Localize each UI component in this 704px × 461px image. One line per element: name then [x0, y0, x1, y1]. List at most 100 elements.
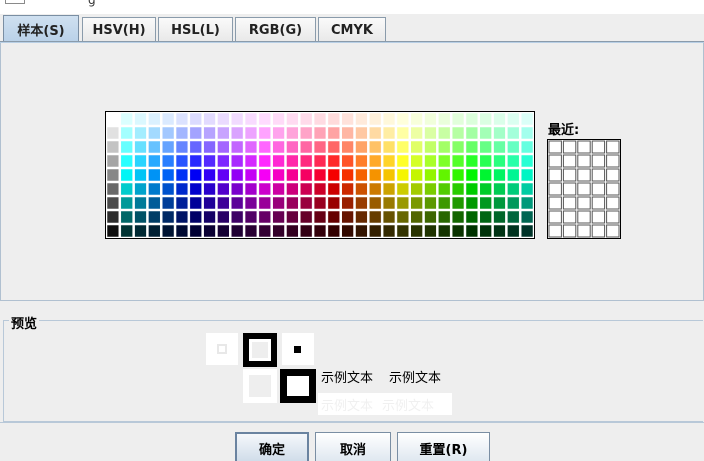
swatch-cell[interactable]	[369, 154, 382, 168]
swatch-cell[interactable]	[106, 182, 120, 196]
swatch-cell[interactable]	[493, 210, 506, 224]
swatch-cell[interactable]	[258, 112, 271, 126]
swatch-cell[interactable]	[231, 168, 244, 182]
swatch-cell[interactable]	[327, 126, 340, 140]
swatch-cell[interactable]	[161, 154, 175, 168]
swatch-cell[interactable]	[507, 140, 520, 154]
swatch-cell[interactable]	[313, 196, 327, 210]
swatch-cell[interactable]	[203, 112, 216, 126]
swatch-cell[interactable]	[451, 154, 465, 168]
recent-swatch-cell[interactable]	[548, 140, 562, 154]
swatch-cell[interactable]	[231, 154, 244, 168]
swatch-cell[interactable]	[175, 196, 189, 210]
swatch-cell[interactable]	[465, 140, 479, 154]
swatch-cell[interactable]	[520, 154, 534, 168]
recent-swatch-cell[interactable]	[591, 196, 606, 210]
swatch-cell[interactable]	[396, 182, 410, 196]
swatch-cell[interactable]	[161, 196, 175, 210]
swatch-cell[interactable]	[327, 210, 340, 224]
recent-swatch-cell[interactable]	[548, 182, 562, 196]
swatch-cell[interactable]	[175, 112, 189, 126]
swatch-cell[interactable]	[424, 168, 437, 182]
swatch-cell[interactable]	[258, 196, 271, 210]
swatch-cell[interactable]	[161, 140, 175, 154]
recent-swatch-cell[interactable]	[591, 224, 606, 238]
recent-swatch-cell[interactable]	[577, 182, 591, 196]
swatch-cell[interactable]	[286, 210, 299, 224]
swatch-cell[interactable]	[231, 112, 244, 126]
swatch-cell[interactable]	[369, 210, 382, 224]
swatch-cell[interactable]	[451, 126, 465, 140]
swatch-cell[interactable]	[396, 210, 410, 224]
swatch-cell[interactable]	[369, 196, 382, 210]
recent-swatch-cell[interactable]	[606, 154, 620, 168]
swatch-cell[interactable]	[231, 140, 244, 154]
tab-rgb[interactable]: RGB(G)	[235, 17, 316, 42]
swatch-cell[interactable]	[424, 140, 437, 154]
swatch-cell[interactable]	[355, 168, 368, 182]
swatch-cell[interactable]	[300, 196, 313, 210]
swatch-cell[interactable]	[203, 196, 216, 210]
swatch-cell[interactable]	[465, 210, 479, 224]
swatch-cell[interactable]	[189, 210, 202, 224]
swatch-cell[interactable]	[493, 168, 506, 182]
swatch-cell[interactable]	[148, 168, 161, 182]
swatch-cell[interactable]	[106, 210, 120, 224]
swatch-cell[interactable]	[148, 140, 161, 154]
swatch-cell[interactable]	[520, 112, 534, 126]
swatch-cell[interactable]	[244, 210, 258, 224]
swatch-cell[interactable]	[286, 154, 299, 168]
swatch-cell[interactable]	[493, 196, 506, 210]
swatch-cell[interactable]	[493, 182, 506, 196]
swatch-cell[interactable]	[327, 112, 340, 126]
swatch-cell[interactable]	[175, 140, 189, 154]
recent-swatch-cell[interactable]	[606, 224, 620, 238]
swatch-cell[interactable]	[493, 154, 506, 168]
swatch-cell[interactable]	[148, 196, 161, 210]
swatch-cell[interactable]	[382, 224, 396, 238]
swatch-cell[interactable]	[479, 140, 492, 154]
swatch-cell[interactable]	[258, 224, 271, 238]
swatch-cell[interactable]	[175, 182, 189, 196]
swatch-cell[interactable]	[382, 140, 396, 154]
recent-swatch-cell[interactable]	[577, 168, 591, 182]
swatch-cell[interactable]	[286, 112, 299, 126]
recent-swatch-cell[interactable]	[562, 210, 577, 224]
swatch-cell[interactable]	[451, 224, 465, 238]
swatch-cell[interactable]	[272, 210, 285, 224]
swatch-cell[interactable]	[300, 112, 313, 126]
swatch-cell[interactable]	[203, 224, 216, 238]
swatch-cell[interactable]	[424, 154, 437, 168]
swatch-cell[interactable]	[148, 154, 161, 168]
swatch-cell[interactable]	[451, 182, 465, 196]
swatch-cell[interactable]	[479, 224, 492, 238]
swatch-cell[interactable]	[300, 182, 313, 196]
swatch-cell[interactable]	[465, 126, 479, 140]
swatch-cell[interactable]	[231, 210, 244, 224]
swatch-cell[interactable]	[341, 224, 354, 238]
swatch-grid-canvas[interactable]	[106, 112, 534, 238]
recent-swatch-cell[interactable]	[591, 140, 606, 154]
swatch-cell[interactable]	[134, 196, 147, 210]
swatch-cell[interactable]	[355, 224, 368, 238]
swatch-cell[interactable]	[327, 196, 340, 210]
swatch-cell[interactable]	[120, 112, 133, 126]
swatch-cell[interactable]	[382, 182, 396, 196]
swatch-cell[interactable]	[120, 224, 133, 238]
swatch-cell[interactable]	[189, 112, 202, 126]
swatch-cell[interactable]	[175, 126, 189, 140]
recent-swatch-cell[interactable]	[606, 196, 620, 210]
swatch-cell[interactable]	[327, 140, 340, 154]
swatch-cell[interactable]	[300, 140, 313, 154]
recent-swatch-cell[interactable]	[606, 140, 620, 154]
recent-swatch-cell[interactable]	[577, 210, 591, 224]
swatch-cell[interactable]	[369, 182, 382, 196]
swatch-cell[interactable]	[507, 168, 520, 182]
swatch-cell[interactable]	[493, 112, 506, 126]
swatch-cell[interactable]	[341, 210, 354, 224]
recent-swatch-cell[interactable]	[548, 210, 562, 224]
swatch-cell[interactable]	[134, 210, 147, 224]
recent-swatch-cell[interactable]	[577, 224, 591, 238]
swatch-cell[interactable]	[327, 224, 340, 238]
swatch-cell[interactable]	[382, 168, 396, 182]
